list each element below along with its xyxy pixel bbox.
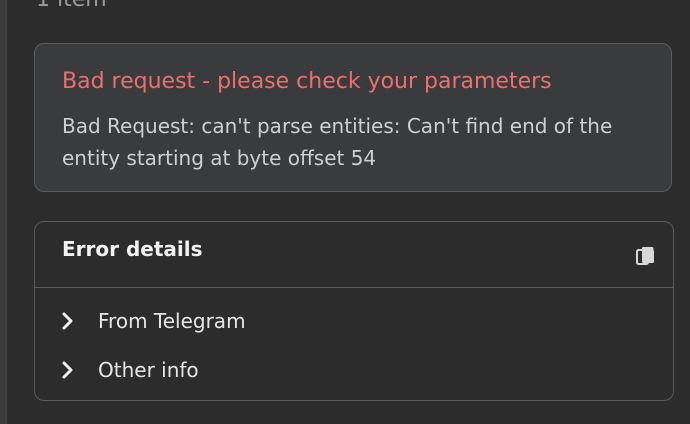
error-details-panel: Error details From Telegram Other info xyxy=(34,221,674,401)
chevron-right-icon xyxy=(61,360,75,380)
left-border xyxy=(0,0,7,424)
chevron-right-icon xyxy=(61,311,75,331)
detail-row-other-info[interactable]: Other info xyxy=(35,350,673,390)
detail-row-label: Other info xyxy=(98,358,199,382)
error-callout: Bad request - please check your paramete… xyxy=(34,43,672,192)
detail-row-label: From Telegram xyxy=(98,309,246,333)
copy-icon[interactable] xyxy=(636,246,656,268)
error-details-header: Error details xyxy=(35,222,673,288)
error-title: Bad request - please check your paramete… xyxy=(62,69,552,94)
page: 1 item Bad request - please check your p… xyxy=(0,0,690,424)
error-details-title: Error details xyxy=(62,237,203,261)
item-count-label: 1 item xyxy=(36,0,107,14)
detail-row-from-telegram[interactable]: From Telegram xyxy=(35,301,673,341)
error-message: Bad Request: can't parse entities: Can't… xyxy=(62,114,613,170)
